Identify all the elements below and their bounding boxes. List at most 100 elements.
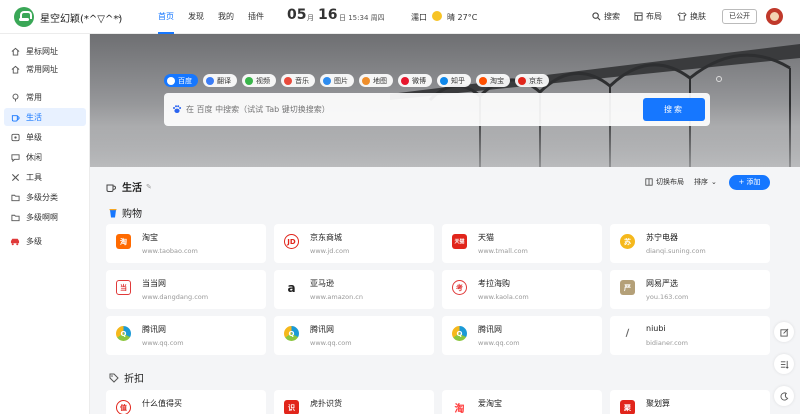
- weather-city[interactable]: 濡口: [411, 12, 427, 23]
- dangdang-icon: 当: [116, 280, 131, 295]
- site-card[interactable]: 天猫 天猫 www.tmall.com: [442, 224, 602, 263]
- site-card[interactable]: Q 腾讯网 www.qq.com: [274, 316, 434, 355]
- engine-label: 翻译: [217, 76, 231, 85]
- folder-icon: [10, 212, 20, 222]
- date-month: 05: [287, 7, 307, 23]
- switch-layout-button[interactable]: 切换布局: [645, 177, 684, 187]
- engine-tab-jd[interactable]: 京东: [515, 74, 549, 87]
- site-card[interactable]: Q 腾讯网 www.qq.com: [106, 316, 266, 355]
- site-url: www.amazon.cn: [310, 293, 363, 301]
- sort-float-button[interactable]: [774, 354, 794, 374]
- site-card[interactable]: 苏 苏宁电器 dianqi.suning.com: [610, 224, 770, 263]
- site-card[interactable]: 聚 聚划算: [610, 390, 770, 414]
- site-card[interactable]: JD 京东商城 www.jd.com: [274, 224, 434, 263]
- section-header: 生活 ✎: [106, 179, 152, 194]
- site-name: 腾讯网: [142, 325, 166, 334]
- engine-tab-map[interactable]: 地图: [359, 74, 393, 87]
- search-input[interactable]: [186, 102, 656, 117]
- sidebar-item-label: 休闲: [26, 152, 42, 162]
- sidebar-item-single-level[interactable]: 单级: [4, 128, 86, 146]
- section-title: 生活: [122, 183, 142, 194]
- site-card[interactable]: 淘 爱淘宝: [442, 390, 602, 414]
- engine-tab-video[interactable]: 视频: [242, 74, 276, 87]
- site-name: 爱淘宝: [478, 399, 502, 408]
- moon-icon: [779, 391, 788, 400]
- music-icon: [284, 76, 292, 85]
- sidebar-item-life[interactable]: 生活: [4, 108, 86, 126]
- site-url: www.kaola.com: [478, 293, 529, 301]
- search-engine-tabs: 百度 翻译 视频 音乐 图片 地图 微博 知乎 淘宝 京东: [164, 74, 554, 87]
- sidebar-item-label: 多级分类: [26, 192, 58, 202]
- sort-dropdown[interactable]: 排序 ⌄: [694, 177, 717, 187]
- tmall-icon: 天猫: [452, 234, 467, 249]
- site-url: www.qq.com: [142, 339, 184, 347]
- nav-mine[interactable]: 我的: [218, 0, 234, 34]
- sidebar-item-leisure[interactable]: 休闲: [4, 148, 86, 166]
- home-icon: [10, 46, 20, 56]
- site-card[interactable]: 当 当当网 www.dangdang.com: [106, 270, 266, 309]
- taobao-icon: [479, 76, 487, 85]
- qq-icon: Q: [284, 326, 299, 341]
- site-card[interactable]: ∕ niubi bidianer.com: [610, 316, 770, 355]
- sidebar-item-tools[interactable]: 工具: [4, 168, 86, 186]
- site-card[interactable]: 识 虎扑识货: [274, 390, 434, 414]
- main-content: 生活 ✎ 切换布局 排序 ⌄ + 添加 购物 淘 淘宝 www.taobao.c…: [90, 167, 800, 414]
- search-tool-label: 搜索: [604, 12, 620, 21]
- site-card[interactable]: 考 考拉海购 www.kaola.com: [442, 270, 602, 309]
- sidebar-item-multi-aa[interactable]: 多级啊啊: [4, 208, 86, 226]
- engine-tab-translate[interactable]: 翻译: [203, 74, 237, 87]
- nav-discover[interactable]: 发现: [188, 0, 204, 34]
- site-card[interactable]: Q 腾讯网 www.qq.com: [442, 316, 602, 355]
- map-icon: [362, 76, 370, 85]
- layout-icon: [634, 12, 643, 21]
- nav-plugins[interactable]: 插件: [248, 0, 264, 34]
- search-button[interactable]: 搜索: [643, 98, 705, 121]
- add-button[interactable]: + 添加: [729, 175, 770, 190]
- dark-mode-button[interactable]: [774, 386, 794, 406]
- search-tool[interactable]: 搜索: [592, 11, 620, 22]
- sidebar-item-frequent-sites[interactable]: 常用网址: [4, 60, 86, 78]
- engine-tab-taobao[interactable]: 淘宝: [476, 74, 510, 87]
- coffee-icon: [10, 112, 20, 122]
- site-name: 腾讯网: [310, 325, 334, 334]
- chevron-down-icon[interactable]: ⌄: [116, 11, 123, 20]
- avatar[interactable]: [766, 8, 783, 25]
- sidebar-item-multi[interactable]: 多级: [4, 232, 86, 250]
- sidebar: 星标网址 常用网址 常用 生活 单级 休闲 工具 多级分类 多级啊啊 多级: [0, 34, 90, 414]
- cup-icon: [109, 208, 117, 217]
- edit-icon[interactable]: ✎: [146, 183, 152, 191]
- engine-tab-zhihu[interactable]: 知乎: [437, 74, 471, 87]
- site-name: 京东商城: [310, 233, 342, 242]
- edit-icon: [779, 328, 788, 337]
- site-card[interactable]: 严 网易严选 you.163.com: [610, 270, 770, 309]
- app-logo[interactable]: [14, 7, 34, 27]
- sidebar-item-common[interactable]: 常用: [4, 88, 86, 106]
- engine-tab-images[interactable]: 图片: [320, 74, 354, 87]
- engine-tab-music[interactable]: 音乐: [281, 74, 315, 87]
- weibo-icon: [401, 76, 409, 85]
- site-name[interactable]: 星空幻颖(*^▽^*): [40, 10, 122, 25]
- qq-icon: Q: [116, 326, 131, 341]
- site-card[interactable]: 值 什么值得买: [106, 390, 266, 414]
- public-button[interactable]: 已公开: [722, 9, 757, 24]
- engine-label: 知乎: [451, 76, 465, 85]
- layout-tool[interactable]: 布局: [634, 11, 662, 22]
- edit-float-button[interactable]: [774, 322, 794, 342]
- site-card[interactable]: 淘 淘宝 www.taobao.com: [106, 224, 266, 263]
- site-name: 考拉海购: [478, 279, 510, 288]
- sidebar-item-starred[interactable]: 星标网址: [4, 42, 86, 60]
- skin-tool[interactable]: 换肤: [677, 11, 706, 22]
- engine-tab-baidu[interactable]: 百度: [164, 74, 198, 87]
- settings-icon[interactable]: [716, 76, 722, 82]
- kaola-icon: 考: [452, 280, 467, 295]
- amazon-icon: a: [284, 280, 299, 295]
- skin-tool-label: 换肤: [690, 12, 706, 21]
- baidu-icon: [167, 76, 175, 85]
- qq-icon: Q: [452, 326, 467, 341]
- coffee-icon: [106, 184, 117, 192]
- nav-home[interactable]: 首页: [158, 0, 174, 34]
- sidebar-item-multi-category[interactable]: 多级分类: [4, 188, 86, 206]
- video-icon: [245, 76, 253, 85]
- site-card[interactable]: a 亚马逊 www.amazon.cn: [274, 270, 434, 309]
- engine-tab-weibo[interactable]: 微博: [398, 74, 432, 87]
